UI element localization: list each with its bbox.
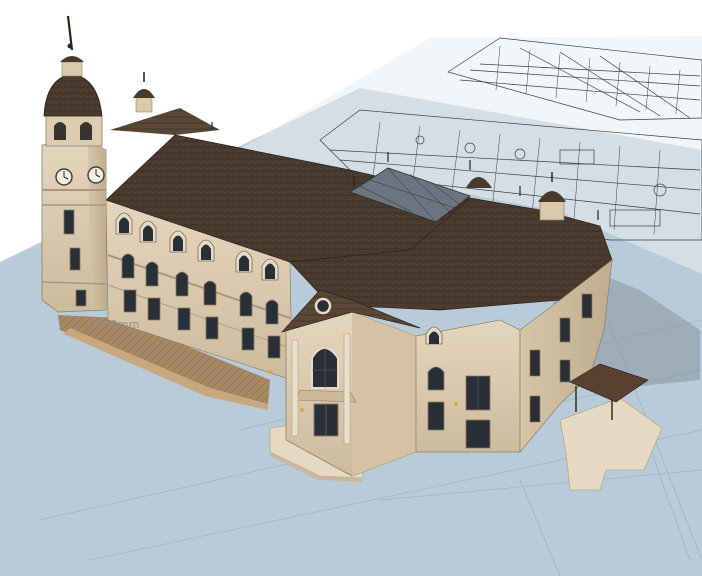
architectural-model-render: 15.0mm xyxy=(0,0,702,576)
render-canvas xyxy=(0,15,702,576)
pediment-oculus xyxy=(314,297,332,315)
rear-cupola xyxy=(133,72,155,113)
tower-dome xyxy=(43,73,103,117)
back-wing-roof xyxy=(110,108,220,135)
dimension-label: 15.0mm xyxy=(92,318,140,331)
